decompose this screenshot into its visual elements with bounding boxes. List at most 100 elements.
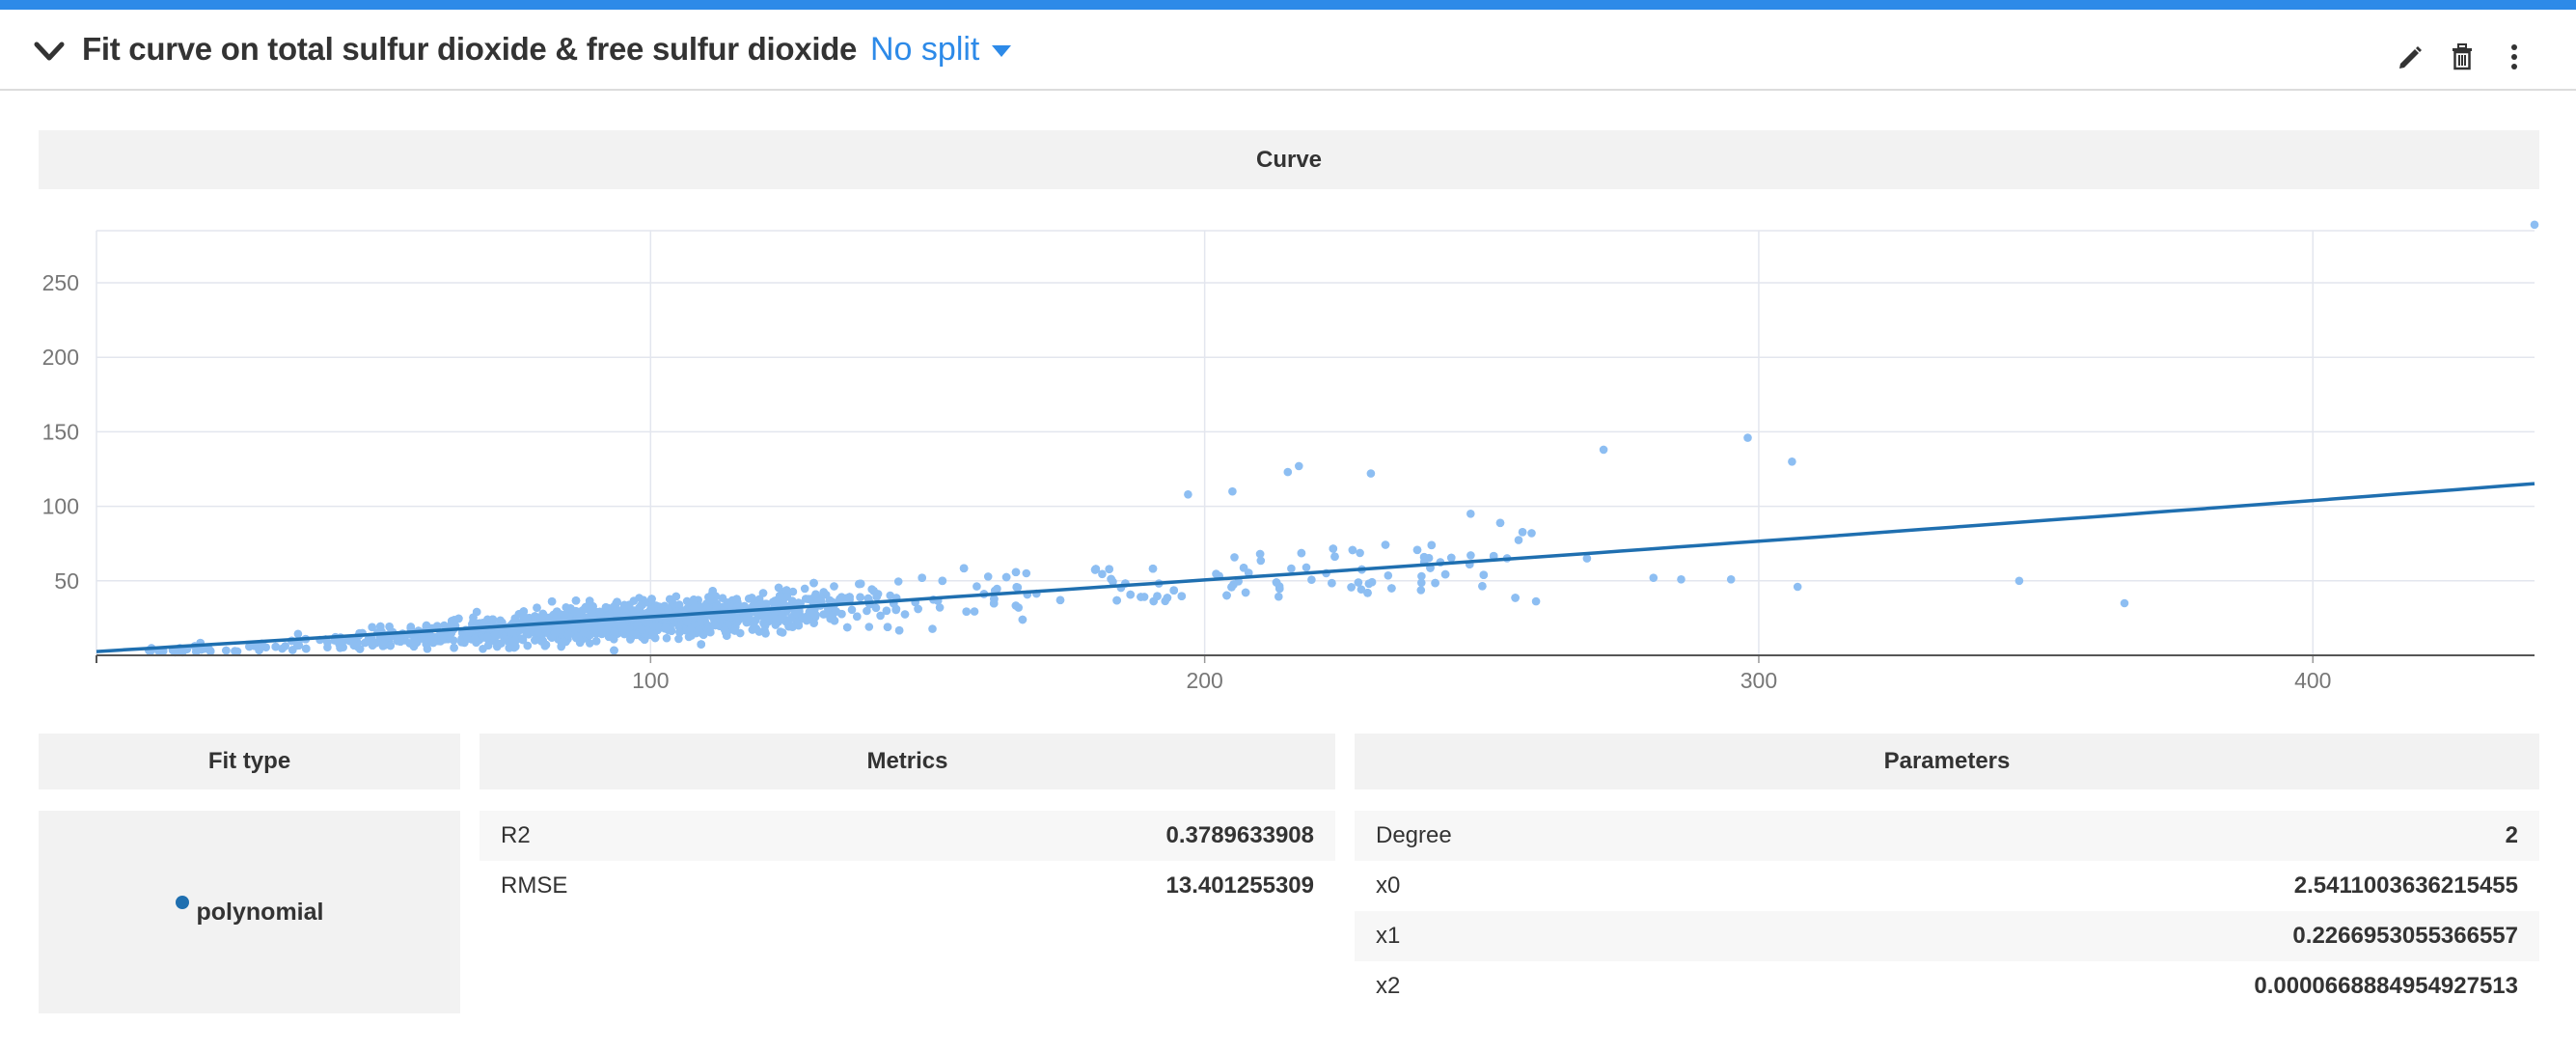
data-point (649, 622, 658, 630)
curve-section-header: Curve (39, 130, 2539, 189)
parameter-name: x2 (1376, 973, 1401, 999)
data-point (597, 629, 607, 639)
data-point (1126, 590, 1135, 599)
y-tick-label: 100 (42, 494, 79, 519)
data-point (809, 619, 818, 627)
parameter-value: 2 (2505, 822, 2518, 848)
data-point (675, 627, 684, 637)
data-point (1169, 586, 1178, 595)
data-point (1478, 582, 1487, 591)
data-point (563, 630, 573, 640)
data-point (1356, 548, 1364, 558)
data-point (732, 595, 741, 603)
data-point (1287, 564, 1296, 573)
data-point (1527, 529, 1536, 538)
data-point (1107, 574, 1115, 584)
data-point (842, 623, 852, 632)
data-point (1329, 544, 1338, 553)
y-tick-label: 50 (54, 568, 79, 594)
data-point (782, 592, 792, 601)
data-point (900, 610, 910, 619)
data-point (1297, 548, 1306, 558)
data-point (368, 623, 377, 632)
data-point (1212, 569, 1220, 578)
data-point (1091, 565, 1101, 573)
data-point (837, 593, 846, 601)
data-point (712, 602, 721, 611)
data-point (337, 637, 345, 646)
parameter-value: 2.5411003636215455 (2293, 872, 2518, 899)
data-point (847, 605, 857, 615)
data-point (706, 627, 715, 637)
data-point (830, 582, 838, 591)
chart-grid (96, 230, 2535, 655)
metric-row: R2 0.3789633908 (480, 811, 1335, 861)
data-point (1149, 596, 1158, 606)
data-point (662, 633, 671, 643)
data-point (1112, 595, 1121, 605)
data-point (1295, 461, 1303, 471)
data-point (610, 646, 618, 655)
data-point (894, 625, 904, 635)
data-point (588, 608, 597, 617)
data-point (804, 595, 813, 603)
data-point (1381, 540, 1390, 549)
data-point (1163, 594, 1172, 602)
data-point (1241, 588, 1250, 597)
data-point (586, 630, 594, 640)
data-point (522, 628, 531, 637)
fit-legend-dot (175, 896, 189, 909)
data-point (784, 622, 793, 631)
trash-icon[interactable] (2449, 42, 2476, 71)
pencil-icon[interactable] (2396, 42, 2423, 71)
fit-line (96, 482, 2535, 653)
split-dropdown[interactable]: No split (870, 31, 979, 69)
data-point (1274, 592, 1283, 601)
data-point (1011, 601, 1021, 610)
data-point (1363, 589, 1372, 597)
data-point (1384, 571, 1393, 580)
data-point (1416, 586, 1426, 595)
parameter-name: x1 (1376, 923, 1401, 949)
data-point (1011, 568, 1021, 577)
data-point (650, 633, 660, 643)
data-point (613, 597, 621, 606)
data-point (557, 642, 565, 651)
data-point (970, 607, 979, 616)
scatter-outliers (1184, 220, 2539, 608)
data-point (612, 607, 621, 616)
data-point (2014, 576, 2024, 586)
data-point (1677, 575, 1685, 584)
data-point (959, 564, 969, 573)
data-point (661, 623, 671, 632)
data-point (271, 642, 281, 651)
data-point (483, 641, 493, 650)
data-point (771, 596, 780, 605)
data-point (222, 646, 231, 655)
data-point (1222, 591, 1231, 600)
data-point (1417, 578, 1426, 588)
data-point (864, 623, 874, 631)
caret-down-icon[interactable] (991, 44, 1012, 58)
data-point (534, 624, 542, 634)
data-point (1018, 615, 1028, 624)
data-point (1495, 518, 1505, 528)
data-point (1743, 433, 1752, 442)
data-point (561, 610, 569, 620)
data-point (591, 637, 601, 646)
data-point (962, 607, 971, 616)
data-point (281, 642, 290, 651)
chevron-down-icon[interactable] (33, 37, 66, 66)
data-point (760, 622, 770, 630)
data-point (1012, 583, 1021, 592)
data-point (610, 627, 619, 636)
data-point (687, 631, 696, 640)
kebab-menu-icon[interactable] (2501, 42, 2528, 71)
data-point (1649, 573, 1658, 582)
data-point (448, 617, 456, 625)
data-point (206, 647, 215, 656)
data-point (710, 621, 720, 630)
data-point (983, 572, 993, 581)
metric-name: RMSE (501, 872, 568, 899)
data-point (547, 596, 557, 606)
